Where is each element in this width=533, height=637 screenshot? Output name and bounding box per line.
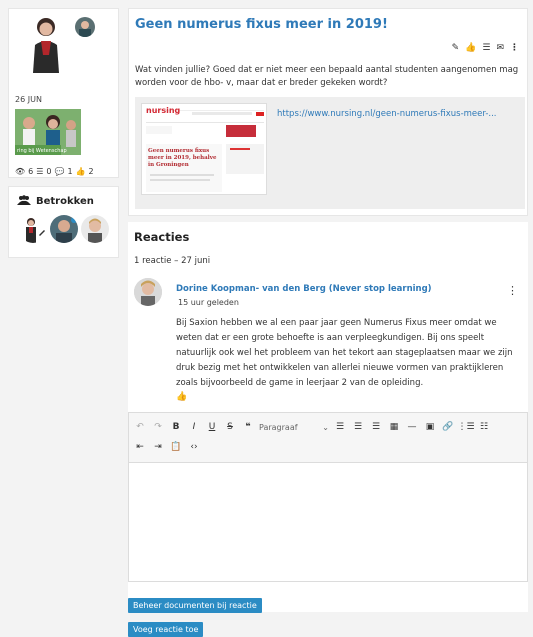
- link-icon[interactable]: 🔗: [441, 419, 455, 435]
- undo-icon[interactable]: ↶: [133, 419, 147, 435]
- post-card: Geen numerus fixus meer in 2019! ✎ 👍 ☰ ✉…: [128, 8, 528, 216]
- envelope-icon[interactable]: ✉: [496, 43, 504, 53]
- post-date: 26 JUN: [15, 95, 42, 104]
- comment-editor: ↶ ↷ B I U S ❝ Paragraaf ⌄ ☰ ☰ ☰ ▦ — ▣ 🔗 …: [128, 412, 528, 582]
- list-icon[interactable]: ☰: [482, 43, 490, 53]
- table-icon[interactable]: ▦: [387, 419, 401, 435]
- link-preview-image[interactable]: nursing Geen numerus fixus meer in 2019,…: [141, 103, 267, 195]
- involved-heading: Betrokken: [17, 195, 94, 208]
- image-icon[interactable]: ▣: [423, 419, 437, 435]
- comment-timestamp: 15 uur geleden: [178, 298, 239, 307]
- list-count: 0: [46, 167, 52, 176]
- comment-text: Bij Saxion hebben we al een paar jaar ge…: [176, 318, 513, 388]
- comment-author[interactable]: Dorine Koopman- van den Berg (Never stop…: [176, 284, 432, 294]
- outdent-icon[interactable]: ⇤: [133, 439, 147, 455]
- involved-title: Betrokken: [36, 196, 94, 207]
- eye-icon: 👁: [15, 167, 26, 176]
- preview-brand: nursing: [146, 106, 181, 115]
- horizontal-rule-icon[interactable]: —: [405, 419, 419, 435]
- post-toolbar: ✎ 👍 ☰ ✉ ⋮: [452, 43, 519, 53]
- views-count: 6: [28, 167, 34, 176]
- list-icon: ☰: [36, 167, 44, 176]
- align-center-icon[interactable]: ☰: [351, 419, 365, 435]
- thumbnail-caption: ring bij Wetenschap: [17, 148, 67, 154]
- avatar[interactable]: [81, 215, 109, 243]
- small-avatar[interactable]: [75, 17, 95, 37]
- chevron-down-icon: ⌄: [322, 422, 329, 432]
- post-title[interactable]: Geen numerus fixus meer in 2019!: [135, 17, 388, 32]
- comment-options-icon[interactable]: ⋮: [507, 284, 518, 297]
- post-link[interactable]: https://www.nursing.nl/geen-numerus-fixu…: [277, 109, 497, 119]
- post-stats: 👁 6 ☰ 0 💬 1 👍 2: [15, 167, 94, 176]
- thumbs-up-icon[interactable]: 👍: [465, 43, 476, 53]
- bold-icon[interactable]: B: [169, 419, 183, 435]
- add-comment-button[interactable]: Voeg reactie toe: [128, 622, 204, 637]
- bullet-list-icon[interactable]: ⋮☰: [457, 419, 474, 435]
- preview-headline: Geen numerus fixus meer in 2019, behalve…: [148, 148, 217, 168]
- comment-avatar[interactable]: [134, 278, 162, 306]
- likes-count: 2: [88, 167, 94, 176]
- indent-icon[interactable]: ⇥: [151, 439, 165, 455]
- post-meta-card: 26 JUN ring bij Wetenschap 👁 6 ☰ 0 💬 1 👍…: [8, 8, 119, 178]
- comments-section: Reacties 1 reactie – 27 juni Dorine Koop…: [128, 222, 528, 637]
- align-right-icon[interactable]: ☰: [369, 419, 383, 435]
- thumbs-up-icon: 👍: [75, 167, 86, 176]
- comments-count-line: 1 reactie – 27 juni: [134, 256, 211, 266]
- underline-icon[interactable]: U: [205, 419, 219, 435]
- avatar[interactable]: [50, 215, 78, 243]
- blockquote-icon[interactable]: ❝: [241, 419, 255, 435]
- strikethrough-icon[interactable]: S: [223, 419, 237, 435]
- involved-card: Betrokken: [8, 186, 119, 258]
- align-left-icon[interactable]: ☰: [333, 419, 347, 435]
- comments-count: 1: [67, 167, 73, 176]
- post-thumbnail[interactable]: ring bij Wetenschap: [15, 109, 81, 155]
- avatar[interactable]: [19, 215, 47, 243]
- link-preview[interactable]: nursing Geen numerus fixus meer in 2019,…: [135, 97, 525, 209]
- italic-icon[interactable]: I: [187, 419, 201, 435]
- sidebar: 26 JUN ring bij Wetenschap 👁 6 ☰ 0 💬 1 👍…: [8, 8, 119, 258]
- comment-like-icon[interactable]: 👍: [176, 392, 187, 402]
- main-content: Geen numerus fixus meer in 2019! ✎ 👍 ☰ ✉…: [128, 8, 528, 637]
- manage-documents-button[interactable]: Beheer documenten bij reactie: [128, 598, 262, 613]
- group-icon: [17, 195, 31, 208]
- comment-icon: 💬: [54, 167, 65, 176]
- paste-text-icon[interactable]: 📋: [169, 439, 183, 455]
- editor-toolbar: ↶ ↷ B I U S ❝ Paragraaf ⌄ ☰ ☰ ☰ ▦ — ▣ 🔗 …: [129, 413, 527, 463]
- comments-heading: Reacties: [134, 230, 190, 244]
- format-select[interactable]: Paragraaf ⌄: [259, 423, 329, 432]
- format-select-value: Paragraaf: [259, 422, 298, 432]
- more-options-icon[interactable]: ⋮: [510, 43, 519, 53]
- numbered-list-icon[interactable]: ☷: [477, 419, 491, 435]
- source-code-icon[interactable]: ‹›: [187, 439, 201, 455]
- edit-icon[interactable]: ✎: [452, 43, 460, 53]
- editor-textarea[interactable]: [129, 463, 527, 581]
- post-body: Wat vinden jullie? Goed dat er niet meer…: [135, 65, 519, 88]
- redo-icon[interactable]: ↷: [151, 419, 165, 435]
- involved-avatars: [19, 215, 109, 243]
- author-photo[interactable]: [29, 15, 63, 75]
